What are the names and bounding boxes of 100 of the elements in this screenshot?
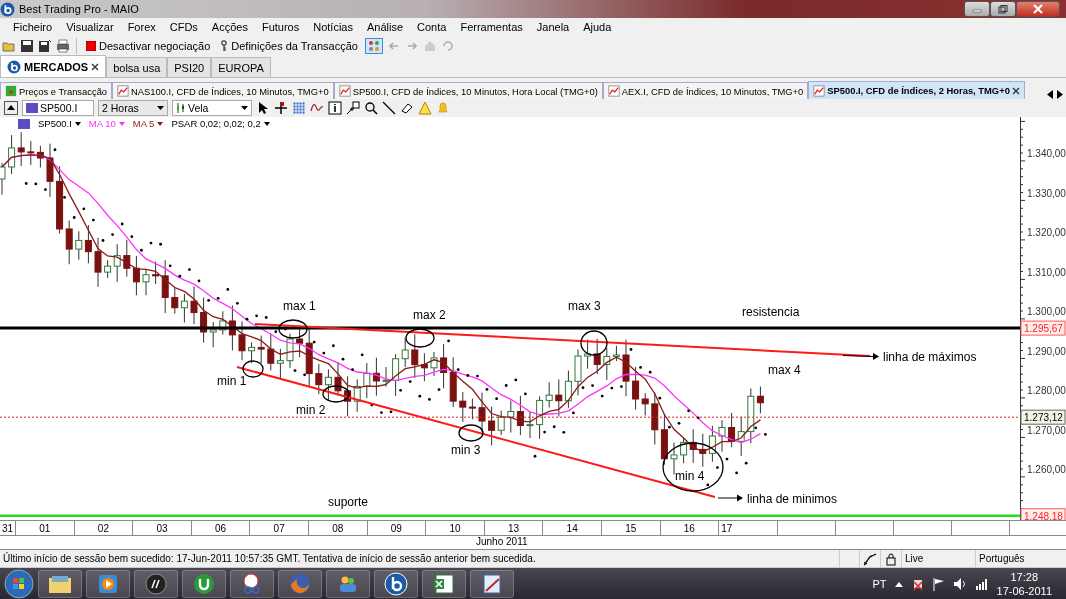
clock-time[interactable]: 17:28 (1010, 570, 1039, 584)
close-tab-icon[interactable] (91, 62, 100, 71)
layout-toggle-button[interactable] (364, 38, 383, 54)
prices-icon (5, 85, 17, 97)
period-dropdown[interactable]: 2 Horas (98, 100, 168, 116)
torrent-taskbar-icon[interactable] (182, 570, 226, 598)
market-tab[interactable]: EUROPA (211, 57, 271, 77)
menu-item[interactable]: CFDs (162, 21, 205, 33)
connection-mode: Live (905, 553, 924, 564)
maximize-button[interactable] (990, 1, 1016, 17)
input-language[interactable]: PT (872, 578, 887, 590)
collapse-icon[interactable] (4, 101, 18, 115)
spreadsheet-taskbar-icon[interactable] (422, 570, 466, 598)
close-tab-icon[interactable] (1011, 86, 1020, 95)
disable-trading-button[interactable]: Desactivar negociação (83, 38, 214, 54)
price-label: 1.270,00 (1027, 424, 1066, 436)
date-label: 16 (683, 522, 695, 534)
chart-tab[interactable]: Preços e Transacção (0, 82, 113, 99)
menu-item[interactable]: Ficheiro (6, 21, 60, 33)
menu-item[interactable]: Janela (529, 21, 577, 33)
show-hidden-icons-icon[interactable] (894, 581, 903, 587)
scroll-left-icon[interactable] (1047, 90, 1053, 99)
highlight-circle (278, 319, 308, 339)
chart-annotation: max 1 (283, 299, 316, 313)
indicator-legend[interactable]: MA 5 (132, 118, 155, 129)
connection-icon (863, 551, 877, 566)
eraser-icon[interactable] (400, 101, 414, 115)
price-label: 1.310,00 (1027, 266, 1066, 278)
status-message: Último início de sessão bem sucedido: 17-Jun-2011 10:57:35 GMT. Tentativa de início de sessão anterior bem sucedida. (2, 553, 537, 564)
window-title: Best Trading Pro - MAIO (19, 3, 139, 15)
save-icon[interactable] (20, 39, 34, 53)
caret-icon[interactable] (263, 121, 270, 126)
menu-item[interactable]: Visualizar (59, 21, 121, 33)
market-tab[interactable]: MERCADOS (0, 55, 107, 77)
chart-icon (338, 85, 351, 97)
open-folder-icon[interactable] (2, 39, 16, 53)
media-player-taskbar-icon[interactable] (86, 570, 130, 598)
menu-item[interactable]: Notícias (306, 21, 360, 33)
people-taskbar-icon[interactable] (326, 570, 370, 598)
date-label: 02 (97, 522, 109, 534)
price-label: 1.330,00 (1027, 187, 1066, 199)
chart-annotation: max 3 (568, 299, 601, 313)
stop-icon (86, 41, 96, 51)
caret-icon[interactable] (157, 121, 164, 126)
highlight-circle (405, 328, 435, 348)
menu-item[interactable]: Ajuda (576, 21, 619, 33)
scroll-right-icon[interactable] (1057, 90, 1063, 99)
chart-annotation: min 4 (675, 469, 705, 483)
chart-tab[interactable]: AEX.I, CFD de Índices, 10 Minutos, TMG+0 (602, 82, 809, 99)
market-tab[interactable]: PSI20 (167, 57, 212, 77)
grid-icon[interactable] (292, 101, 306, 115)
menu-item[interactable]: Conta (410, 21, 454, 33)
line-tool-icon[interactable] (382, 101, 396, 115)
key-icon (220, 40, 229, 52)
menu-item[interactable]: Forex (120, 21, 163, 33)
zoom-icon[interactable] (364, 101, 378, 115)
chart-type-dropdown[interactable]: Vela (172, 100, 252, 116)
pointer-icon[interactable] (256, 101, 270, 115)
menu-item[interactable]: Acções (204, 21, 255, 33)
print-icon[interactable] (56, 39, 70, 53)
symbol-icon (26, 103, 38, 113)
menu-item[interactable]: Análise (360, 21, 411, 33)
signal-bars-icon[interactable] (974, 578, 989, 590)
price-label: 1.280,00 (1027, 385, 1066, 396)
caret-icon[interactable] (74, 121, 81, 126)
info-icon[interactable] (328, 101, 342, 115)
chart-tab[interactable]: NAS100.I, CFD de Índices, 10 Minutos, TMG+0 (112, 82, 334, 99)
chart-annotation: linha de máximos (883, 350, 977, 364)
minimize-button[interactable] (964, 1, 990, 17)
date-label: 15 (625, 522, 637, 534)
arrow (717, 494, 743, 502)
date-label: 10 (449, 522, 461, 534)
chart-tab[interactable]: SP500.I, CFD de Índices, 2 Horas, TMG+0 (808, 81, 1025, 99)
crosshair-icon[interactable] (274, 101, 288, 115)
indicator-legend[interactable]: PSAR 0,02; 0,02; 0,2 (171, 118, 261, 129)
add-label-icon[interactable] (346, 101, 360, 115)
chart-annotation: linha de minimos (747, 492, 838, 506)
close-button[interactable] (1016, 1, 1060, 17)
transaction-settings-button[interactable]: Definições da Transacção (217, 38, 361, 54)
chart-tab[interactable]: SP500.I, CFD de Índices, 10 Minutos, Hora Local (TMG+0) (333, 82, 603, 99)
save-as-icon[interactable] (38, 39, 52, 53)
trading-app-taskbar-icon[interactable] (374, 570, 418, 598)
menu-item[interactable]: Ferramentas (453, 21, 530, 33)
menu-item[interactable]: Futuros (254, 21, 307, 33)
flag-icon[interactable] (932, 577, 945, 591)
symbol-field[interactable]: SP500.I (22, 100, 94, 116)
folder-taskbar-icon[interactable] (38, 570, 82, 598)
price-tag: 1.248,18 (1020, 508, 1066, 520)
clock-date[interactable]: 17-06-2011 (996, 584, 1052, 598)
chart-annotation: min 2 (296, 403, 326, 417)
indicator-legend[interactable]: SP500.I (38, 118, 72, 129)
date-label: 14 (566, 522, 578, 534)
date-label: 31 (1, 522, 14, 534)
date-label: 03 (156, 522, 168, 534)
chart-icon (117, 85, 130, 97)
start-button[interactable] (4, 569, 34, 599)
volume-icon[interactable] (952, 577, 967, 591)
paint-taskbar-icon[interactable] (470, 570, 514, 598)
date-label: 13 (508, 522, 520, 534)
market-tab[interactable]: bolsa usa (106, 57, 168, 77)
